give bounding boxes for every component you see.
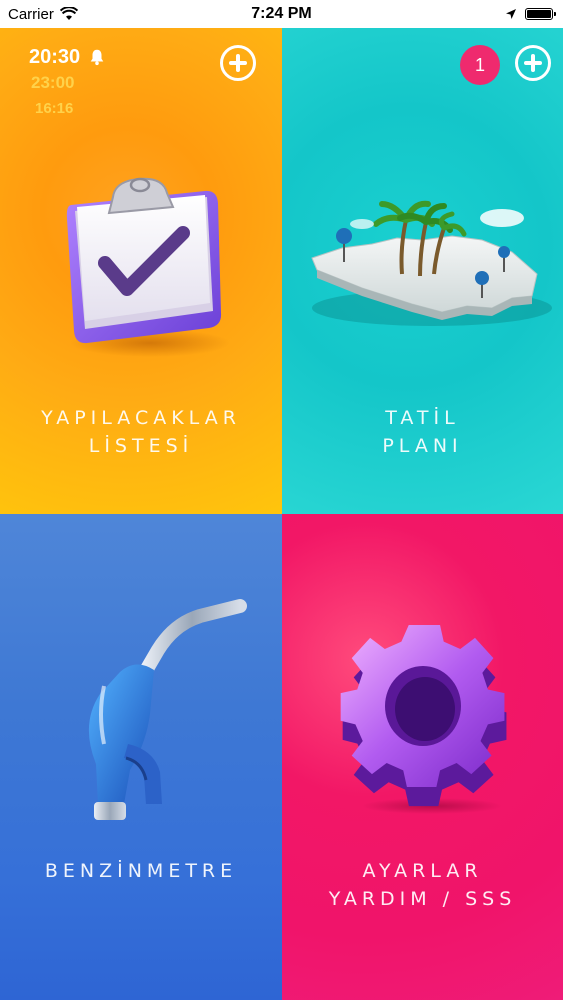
alarm-time: 16:16: [35, 100, 74, 117]
tile-settings-help[interactable]: AYARLAR YARDIM / SSS: [282, 514, 563, 1000]
tile-fuel-meter[interactable]: BENZİNMETRE: [0, 514, 282, 1000]
clipboard-check-icon: [66, 177, 230, 357]
alarm-time: 23:00: [31, 73, 75, 92]
settings-title-line2: YARDIM / SSS: [328, 888, 517, 910]
alarm-list: 20:30 23:00 16:16: [29, 44, 106, 122]
vacation-title-line1: TATİL: [385, 407, 460, 429]
settings-title: AYARLAR YARDIM / SSS: [282, 857, 563, 913]
settings-title-line1: AYARLAR: [362, 860, 483, 882]
location-arrow-icon: [506, 9, 516, 19]
tile-vacation-plan[interactable]: 1 TATİL PLANI: [282, 28, 563, 514]
alarm-time: 20:30: [29, 46, 81, 68]
fuel-title-line1: BENZİNMETRE: [44, 860, 238, 882]
gear-icon: [340, 625, 507, 814]
island-map-icon: [311, 200, 552, 326]
bell-icon: [90, 49, 104, 66]
battery-icon: [525, 8, 556, 20]
status-time: 7:24 PM: [251, 5, 312, 22]
vacation-title: TATİL PLANI: [282, 404, 563, 460]
status-bar: Carrier 7:24 PM: [0, 0, 563, 28]
vacation-count-badge: 1: [460, 45, 500, 85]
tile-todo-list[interactable]: 20:30 23:00 16:16 YAPILACAKLAR LİSTESİ: [0, 28, 282, 514]
todo-title: YAPILACAKLAR LİSTESİ: [0, 404, 282, 460]
add-todo-button[interactable]: [220, 45, 256, 81]
fuel-nozzle-icon: [88, 599, 247, 820]
fuel-title: BENZİNMETRE: [0, 857, 282, 885]
todo-title-line1: YAPILACAKLAR: [41, 407, 241, 429]
add-vacation-button[interactable]: [515, 45, 551, 81]
vacation-title-line2: PLANI: [382, 435, 463, 457]
todo-title-line2: LİSTESİ: [88, 435, 194, 457]
